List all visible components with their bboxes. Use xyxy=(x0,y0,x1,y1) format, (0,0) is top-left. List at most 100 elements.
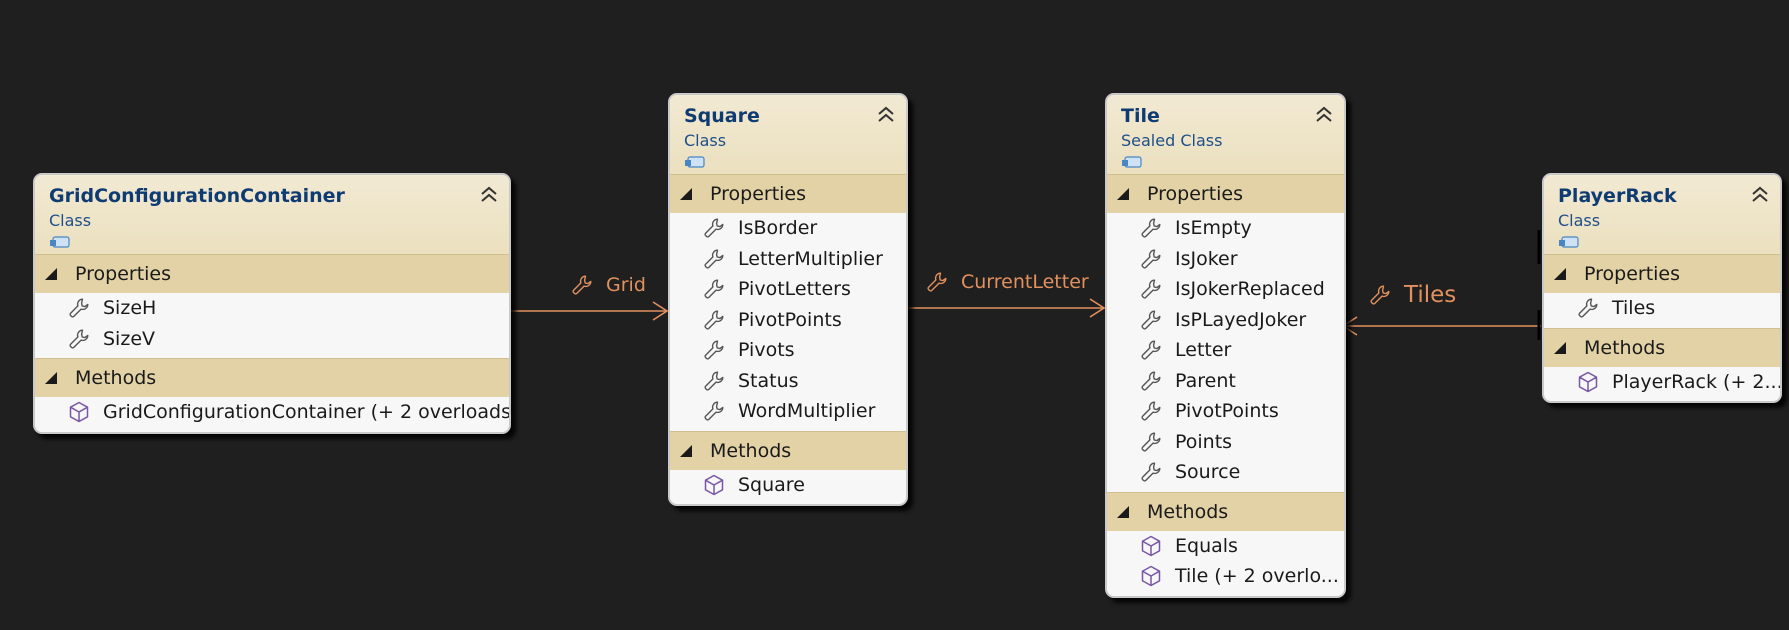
method-item[interactable]: Equals xyxy=(1107,531,1344,562)
member-list: PlayerRack (+ 2... xyxy=(1544,367,1780,402)
collapse-triangle-icon[interactable] xyxy=(1554,341,1566,354)
cube-icon xyxy=(1578,371,1598,392)
class-box-tile[interactable]: Tile Sealed Class Properties IsEmpty IsJoker… xyxy=(1105,93,1346,598)
property-item[interactable]: IsPLayedJoker xyxy=(1107,305,1344,336)
property-item[interactable]: Points xyxy=(1107,427,1344,458)
arrowhead-grid xyxy=(652,301,669,321)
class-header[interactable]: Tile Sealed Class xyxy=(1107,95,1344,174)
member-name: Pivots xyxy=(738,339,795,362)
association-label-grid[interactable]: Grid xyxy=(570,273,646,297)
property-item[interactable]: Source xyxy=(1107,457,1344,488)
class-header[interactable]: PlayerRack Class xyxy=(1544,175,1780,254)
property-item[interactable]: Parent xyxy=(1107,366,1344,397)
cube-icon xyxy=(1141,535,1161,556)
chevron-double-up-icon[interactable] xyxy=(1314,105,1334,123)
collapse-triangle-icon[interactable] xyxy=(45,372,57,384)
property-item[interactable]: IsJokerReplaced xyxy=(1107,274,1344,305)
method-item[interactable]: GridConfigurationContainer (+ 2 overload… xyxy=(35,397,509,428)
property-item[interactable]: Letter xyxy=(1107,335,1344,366)
class-kind: Sealed Class xyxy=(1121,131,1223,150)
wrench-icon xyxy=(1141,432,1161,452)
wrench-icon xyxy=(1141,462,1161,482)
cube-icon xyxy=(69,402,89,423)
section-header-methods[interactable]: Methods xyxy=(1544,327,1780,367)
member-name: Tiles xyxy=(1612,297,1656,320)
section-header-properties[interactable]: Properties xyxy=(1544,254,1780,293)
property-item[interactable]: SizeV xyxy=(35,324,509,355)
wrench-icon xyxy=(927,272,947,292)
collapse-triangle-icon[interactable] xyxy=(1117,188,1129,200)
property-item[interactable]: IsBorder xyxy=(670,213,906,244)
collapse-triangle-icon[interactable] xyxy=(680,188,692,200)
wrench-icon xyxy=(572,275,592,295)
association-label-currentletter[interactable]: CurrentLetter xyxy=(925,270,1089,294)
method-item[interactable]: PlayerRack (+ 2... xyxy=(1544,367,1780,398)
method-item[interactable]: Square xyxy=(670,470,906,501)
property-item[interactable]: IsEmpty xyxy=(1107,213,1344,244)
arrowhead-currentletter xyxy=(1089,298,1106,318)
class-header[interactable]: GridConfigurationContainer Class xyxy=(35,175,509,254)
section-header-properties[interactable]: Properties xyxy=(1107,174,1344,213)
section-header-methods[interactable]: Methods xyxy=(670,430,906,470)
association-name: Tiles xyxy=(1404,282,1457,308)
class-kind: Class xyxy=(684,131,727,150)
member-name: Square xyxy=(738,473,805,496)
member-name: LetterMultiplier xyxy=(738,247,883,270)
class-header[interactable]: Square Class xyxy=(670,95,906,174)
wrench-icon xyxy=(1141,249,1161,269)
section-header-methods[interactable]: Methods xyxy=(35,358,509,397)
section-title: Properties xyxy=(1584,263,1681,285)
collapse-triangle-icon[interactable] xyxy=(1117,505,1129,518)
member-list: Tiles xyxy=(1544,293,1780,328)
class-box-square[interactable]: Square Class Properties IsBorder LetterMulti… xyxy=(668,93,908,506)
member-name: PivotPoints xyxy=(1175,400,1279,423)
class-box-playerrack[interactable]: PlayerRack Class Properties Tiles Methods Pla… xyxy=(1542,173,1782,403)
chevron-double-up-icon[interactable] xyxy=(1750,185,1770,203)
wrench-icon xyxy=(704,218,724,238)
property-item[interactable]: PivotPoints xyxy=(670,305,906,336)
wrench-icon xyxy=(1370,285,1390,305)
member-name: WordMultiplier xyxy=(738,400,876,423)
collapse-triangle-icon[interactable] xyxy=(45,268,57,280)
member-name: Parent xyxy=(1175,369,1236,392)
member-name: Tile (+ 2 overlo... xyxy=(1175,565,1339,588)
class-name: GridConfigurationContainer xyxy=(49,185,345,207)
association-name: CurrentLetter xyxy=(961,271,1089,293)
member-list: Equals Tile (+ 2 overlo... xyxy=(1107,531,1344,596)
method-item[interactable]: Tile (+ 2 overlo... xyxy=(1107,561,1344,592)
section-title: Properties xyxy=(710,183,807,205)
member-name: PlayerRack (+ 2... xyxy=(1612,370,1780,393)
cube-icon xyxy=(1141,566,1161,587)
property-item[interactable]: Status xyxy=(670,366,906,397)
property-item[interactable]: Pivots xyxy=(670,335,906,366)
member-name: Status xyxy=(738,369,799,392)
association-label-tiles[interactable]: Tiles xyxy=(1368,282,1456,308)
member-name: PivotPoints xyxy=(738,308,842,331)
property-item[interactable]: Tiles xyxy=(1544,293,1780,324)
wrench-icon xyxy=(69,298,89,318)
chevron-double-up-icon[interactable] xyxy=(876,105,896,123)
collapse-triangle-icon[interactable] xyxy=(680,444,692,457)
class-box-gridconfigurationcontainer[interactable]: GridConfigurationContainer Class Propertie… xyxy=(33,173,511,434)
class-name: PlayerRack xyxy=(1558,185,1677,207)
wrench-icon xyxy=(704,249,724,269)
property-item[interactable]: SizeH xyxy=(35,293,509,324)
wrench-icon xyxy=(704,371,724,391)
property-item[interactable]: LetterMultiplier xyxy=(670,244,906,275)
collapse-triangle-icon[interactable] xyxy=(1554,268,1566,280)
section-header-methods[interactable]: Methods xyxy=(1107,491,1344,531)
member-name: IsJokerReplaced xyxy=(1175,278,1325,301)
property-item[interactable]: PivotLetters xyxy=(670,274,906,305)
wrench-icon xyxy=(1141,340,1161,360)
wrench-icon xyxy=(704,401,724,421)
section-header-properties[interactable]: Properties xyxy=(670,174,906,213)
member-list: GridConfigurationContainer (+ 2 overload… xyxy=(35,397,509,432)
member-name: IsBorder xyxy=(738,217,818,240)
class-name: Square xyxy=(684,105,760,127)
chevron-double-up-icon[interactable] xyxy=(479,185,499,203)
section-header-properties[interactable]: Properties xyxy=(35,254,509,293)
property-item[interactable]: PivotPoints xyxy=(1107,396,1344,427)
association-name: Grid xyxy=(606,274,646,296)
property-item[interactable]: IsJoker xyxy=(1107,244,1344,275)
property-item[interactable]: WordMultiplier xyxy=(670,396,906,427)
